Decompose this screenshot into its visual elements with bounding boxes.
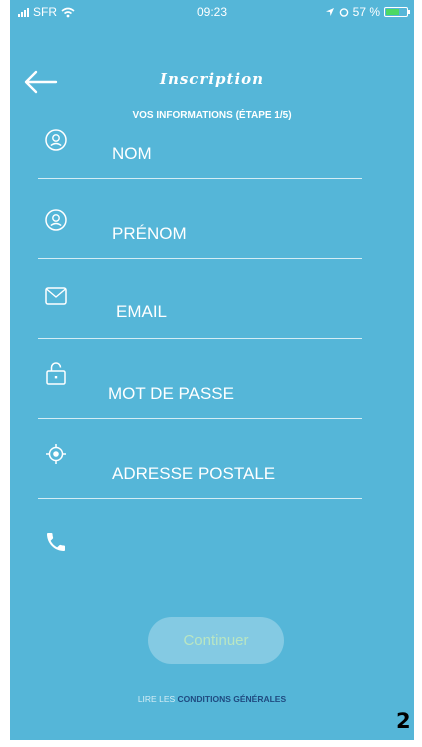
user-circle-icon xyxy=(45,129,67,151)
lock-icon xyxy=(46,362,66,385)
password-label: MOT DE PASSE xyxy=(108,384,234,403)
envelope-icon xyxy=(45,287,67,305)
password-field[interactable]: MOT DE PASSE xyxy=(38,362,362,419)
battery-icon xyxy=(384,7,410,17)
prenom-field[interactable]: PRÉNOM xyxy=(38,208,362,259)
phone-screen: SFR 09:23 57 % Inscription VOS INFORMATI… xyxy=(10,0,414,740)
continue-button[interactable]: Continuer xyxy=(148,617,284,664)
status-bar: SFR 09:23 57 % xyxy=(10,0,414,24)
step-subtitle: VOS INFORMATIONS (ÉTAPE 1/5) xyxy=(132,110,292,121)
conditions-generales-link[interactable]: CONDITIONS GÉNÉRALES xyxy=(178,694,287,704)
terms-prefix: LIRE LES xyxy=(137,694,176,704)
user-circle-icon xyxy=(45,209,67,231)
page-number: 2 xyxy=(396,709,411,733)
page-title: Inscription xyxy=(159,70,265,88)
location-arrow-icon xyxy=(325,8,334,16)
phone-icon[interactable] xyxy=(44,530,68,554)
address-field[interactable]: ADRESSE POSTALE xyxy=(38,444,362,499)
alarm-icon xyxy=(339,8,348,17)
location-target-icon xyxy=(46,444,66,464)
email-field[interactable]: EMAIL xyxy=(38,287,362,339)
nom-label: NOM xyxy=(112,144,152,163)
status-right: 57 % xyxy=(325,5,410,19)
battery-percent: 57 % xyxy=(352,5,380,19)
email-label: EMAIL xyxy=(116,302,168,321)
prenom-label: PRÉNOM xyxy=(112,224,187,243)
terms-link[interactable]: LIRE LES CONDITIONS GÉNÉRALES xyxy=(10,694,414,704)
nom-field[interactable]: NOM xyxy=(38,128,362,179)
address-label: ADRESSE POSTALE xyxy=(112,464,276,483)
